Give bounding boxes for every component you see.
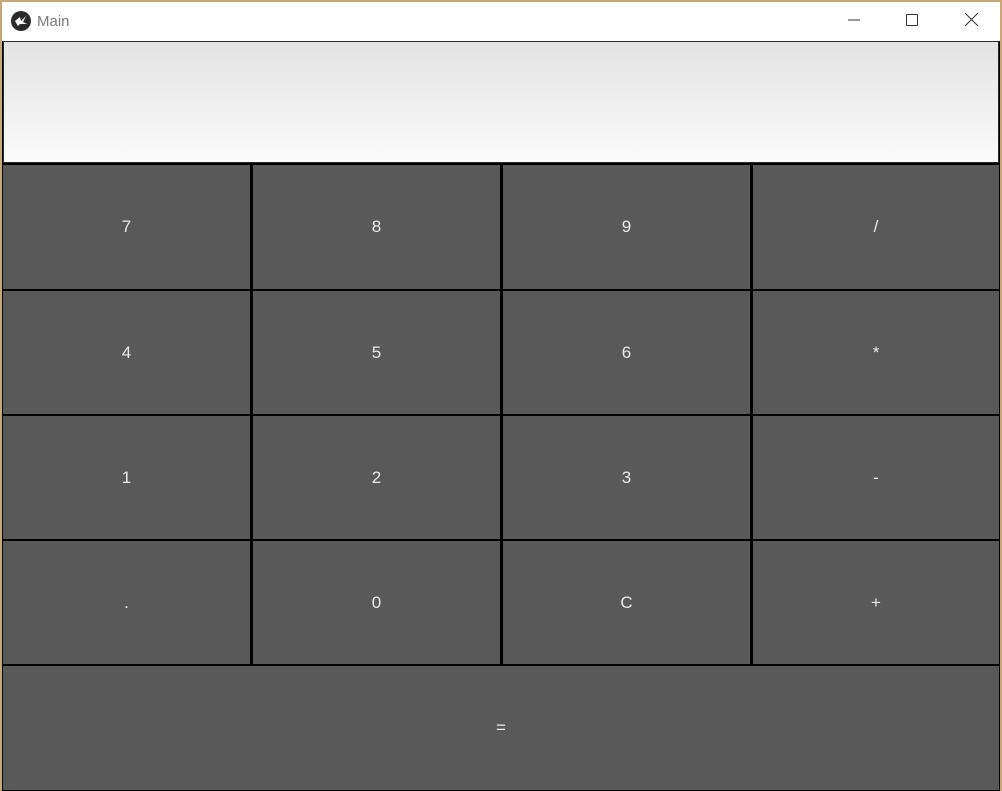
key-2[interactable]: 2 — [253, 416, 500, 539]
key-3[interactable]: 3 — [503, 416, 750, 539]
key-add[interactable]: + — [753, 541, 999, 664]
minimize-icon — [848, 13, 860, 31]
key-4[interactable]: 4 — [3, 291, 250, 414]
key-7[interactable]: 7 — [3, 165, 250, 289]
minimize-button[interactable] — [825, 2, 883, 41]
key-subtract[interactable]: - — [753, 416, 999, 539]
close-button[interactable] — [942, 2, 1000, 41]
key-clear[interactable]: C — [503, 541, 750, 664]
key-divide[interactable]: / — [753, 165, 999, 289]
app-window: Main 7 8 9 / 4 5 6 * 1 2 3 - . 0 C + = — [2, 2, 1000, 791]
key-5[interactable]: 5 — [253, 291, 500, 414]
key-6[interactable]: 6 — [503, 291, 750, 414]
key-0[interactable]: 0 — [253, 541, 500, 664]
key-9[interactable]: 9 — [503, 165, 750, 289]
key-equals[interactable]: = — [3, 666, 999, 790]
maximize-icon — [906, 13, 918, 31]
key-multiply[interactable]: * — [753, 291, 999, 414]
kivy-logo-icon — [11, 11, 31, 31]
key-1[interactable]: 1 — [3, 416, 250, 539]
maximize-button[interactable] — [883, 2, 941, 41]
key-decimal[interactable]: . — [3, 541, 250, 664]
key-8[interactable]: 8 — [253, 165, 500, 289]
title-bar[interactable]: Main — [2, 2, 1000, 41]
close-icon — [964, 12, 978, 31]
calculator-display[interactable] — [3, 41, 999, 163]
window-title: Main — [37, 13, 70, 30]
